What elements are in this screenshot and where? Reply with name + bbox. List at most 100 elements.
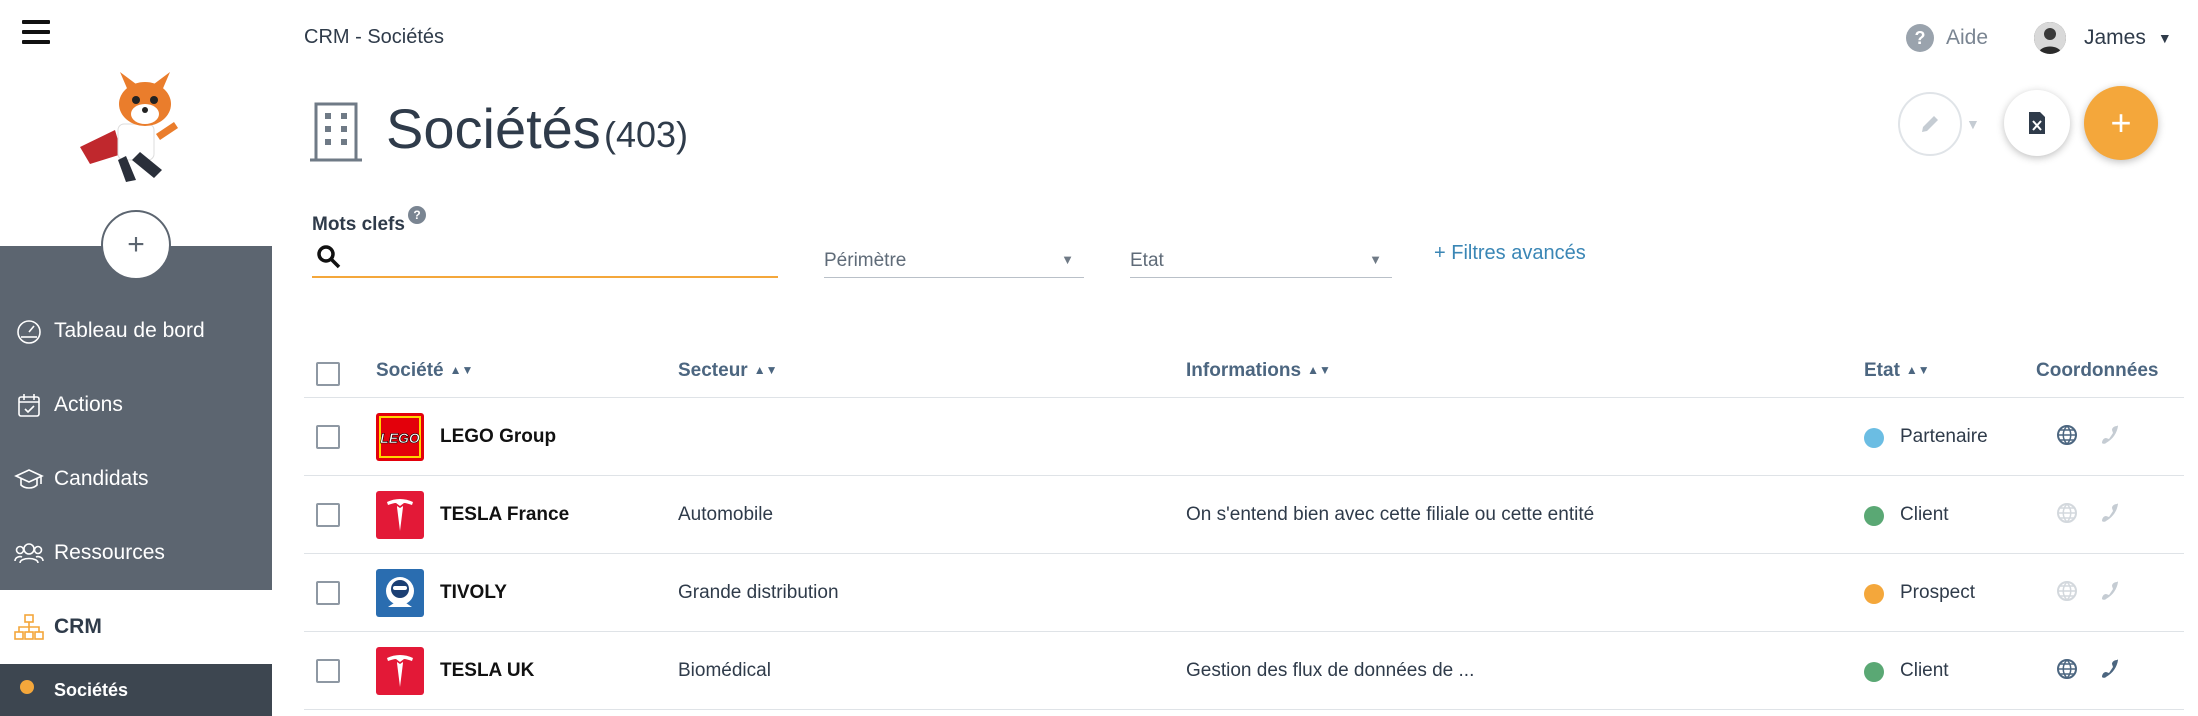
- row-checkbox[interactable]: [316, 503, 340, 527]
- sidebar-subitem-label: Sociétés: [54, 679, 129, 700]
- company-sector: Grande distribution: [678, 582, 839, 603]
- column-header-secteur[interactable]: Secteur ▲▼: [678, 360, 777, 382]
- help-icon[interactable]: ?: [408, 206, 426, 224]
- sidebar-item-dashboard[interactable]: Tableau de bord: [0, 294, 272, 368]
- keywords-search: [312, 240, 778, 278]
- company-state: Prospect: [1864, 582, 1975, 604]
- select-all-checkbox[interactable]: [316, 362, 340, 386]
- perimeter-select[interactable]: Périmètre ▼: [824, 244, 1084, 278]
- sidebar-item-actions[interactable]: Actions: [0, 368, 272, 442]
- column-header-informations[interactable]: Informations ▲▼: [1186, 360, 1331, 382]
- company-info: Gestion des flux de données de ...: [1186, 660, 1475, 681]
- status-label: Client: [1900, 504, 1949, 525]
- status-dot-icon: [1864, 662, 1884, 682]
- fox-mascot-logo: [80, 72, 178, 182]
- sidebar-item-crm[interactable]: CRM: [0, 590, 272, 664]
- help-link[interactable]: ? Aide: [1906, 24, 1988, 52]
- column-header-societe[interactable]: Société ▲▼: [376, 360, 473, 382]
- edit-menu-chevron-icon[interactable]: ▼: [1966, 116, 1980, 132]
- column-header-coordonnees: Coordonnées: [2036, 360, 2158, 382]
- company-name[interactable]: TIVOLY: [440, 582, 507, 604]
- pencil-icon: [1922, 116, 1938, 132]
- column-header-label: Etat: [1864, 360, 1900, 381]
- tivoly-logo: [376, 569, 424, 617]
- table-row[interactable]: TESLA UK Biomédical Gestion des flux de …: [304, 632, 2184, 710]
- company-state: Client: [1864, 660, 1949, 682]
- org-chart-icon: [14, 612, 44, 642]
- record-count: (403): [604, 114, 689, 155]
- graduation-cap-icon: [14, 464, 44, 494]
- chevron-down-icon: ▼: [1061, 252, 1074, 267]
- active-dot-icon: [20, 680, 34, 694]
- table-row[interactable]: TIVOLY Grande distribution Prospect: [304, 554, 2184, 632]
- column-header-label: Informations: [1186, 360, 1302, 381]
- state-select-value: Etat: [1130, 250, 1164, 271]
- sidebar-item-label: CRM: [54, 615, 102, 638]
- globe-icon[interactable]: [2056, 424, 2078, 446]
- status-label: Partenaire: [1900, 426, 1988, 447]
- svg-text:LEGO: LEGO: [380, 430, 420, 446]
- calendar-check-icon: [14, 390, 44, 420]
- company-sector: Automobile: [678, 504, 774, 525]
- building-icon: [310, 102, 362, 162]
- company-state: Client: [1864, 504, 1949, 526]
- sidebar-item-candidats[interactable]: Candidats: [0, 442, 272, 516]
- company-state: Partenaire: [1864, 426, 1988, 448]
- column-header-label: Coordonnées: [2036, 360, 2159, 381]
- phone-icon[interactable]: [2098, 502, 2120, 524]
- globe-icon[interactable]: [2056, 658, 2078, 680]
- row-checkbox[interactable]: [316, 425, 340, 449]
- help-label: Aide: [1946, 26, 1989, 49]
- chevron-down-icon: ▼: [2157, 30, 2172, 46]
- phone-icon[interactable]: [2098, 658, 2120, 680]
- globe-icon[interactable]: [2056, 580, 2078, 602]
- globe-icon[interactable]: [2056, 502, 2078, 524]
- advanced-filters-link[interactable]: + Filtres avancés: [1434, 242, 1586, 265]
- phone-icon[interactable]: [2098, 424, 2120, 446]
- keywords-label: Mots clefs: [312, 214, 405, 235]
- tesla-logo: [376, 647, 424, 695]
- sidebar-item-label: Candidats: [54, 467, 149, 490]
- breadcrumb: CRM - Sociétés: [304, 26, 445, 48]
- export-excel-button[interactable]: [2004, 90, 2070, 156]
- chevron-down-icon: ▼: [1369, 252, 1382, 267]
- company-name[interactable]: LEGO Group: [440, 426, 556, 448]
- state-select[interactable]: Etat ▼: [1130, 244, 1392, 278]
- menu-icon[interactable]: [22, 20, 50, 46]
- status-dot-icon: [1864, 506, 1884, 526]
- sidebar-item-label: Actions: [54, 393, 123, 416]
- quick-add-button[interactable]: +: [101, 210, 171, 280]
- sort-icon: ▲▼: [1307, 363, 1331, 377]
- add-company-button[interactable]: +: [2084, 86, 2158, 160]
- table-row[interactable]: LEGO LEGO Group Partenaire: [304, 398, 2184, 476]
- sort-icon: ▲▼: [753, 363, 778, 377]
- status-dot-icon: [1864, 584, 1884, 604]
- page-title: Sociétés: [386, 97, 601, 160]
- excel-file-icon: [2029, 112, 2045, 134]
- sidebar-subitem-societes[interactable]: Sociétés: [0, 664, 272, 716]
- search-input[interactable]: [352, 242, 772, 274]
- search-icon: [317, 245, 341, 269]
- sidebar-item-label: Ressources: [54, 541, 165, 564]
- sidebar-item-label: Tableau de bord: [54, 319, 205, 342]
- user-name: James: [2084, 26, 2146, 49]
- sort-icon: ▲▼: [1905, 363, 1930, 377]
- phone-icon[interactable]: [2098, 580, 2120, 602]
- row-checkbox[interactable]: [316, 659, 340, 683]
- company-name[interactable]: TESLA France: [440, 504, 569, 526]
- avatar: [2034, 22, 2066, 54]
- tesla-logo: [376, 491, 424, 539]
- company-sector: Biomédical: [678, 660, 771, 681]
- dashboard-icon: [14, 316, 44, 346]
- column-header-etat[interactable]: Etat ▲▼: [1864, 360, 1930, 382]
- company-name[interactable]: TESLA UK: [440, 660, 534, 682]
- sidebar-item-ressources[interactable]: Ressources: [0, 516, 272, 590]
- user-menu[interactable]: James ▼: [2034, 22, 2172, 54]
- question-icon: ?: [1906, 24, 1934, 52]
- perimeter-select-value: Périmètre: [824, 250, 907, 271]
- row-checkbox[interactable]: [316, 581, 340, 605]
- column-header-label: Société: [376, 360, 444, 381]
- edit-button[interactable]: [1898, 92, 1962, 156]
- table-row[interactable]: TESLA France Automobile On s'entend bien…: [304, 476, 2184, 554]
- status-label: Client: [1900, 660, 1949, 681]
